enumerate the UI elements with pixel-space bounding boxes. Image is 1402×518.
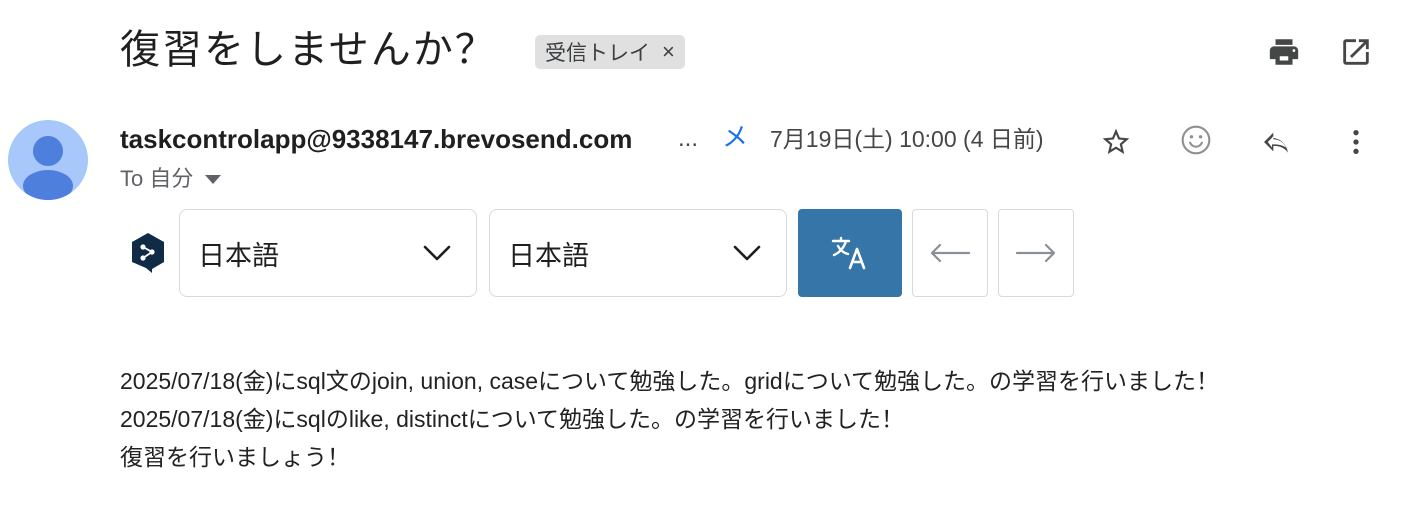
reply-icon[interactable] [1256, 122, 1296, 162]
arrow-left-icon [930, 243, 971, 263]
translate-button[interactable] [798, 209, 902, 297]
recipients-toggle[interactable]: To 自分 [120, 164, 222, 194]
source-language-select[interactable]: 日本語 [179, 209, 477, 297]
emoji-icon[interactable] [1176, 120, 1216, 160]
print-icon[interactable] [1264, 32, 1304, 72]
sender-avatar[interactable] [8, 120, 88, 200]
remove-label-button[interactable]: × [662, 41, 675, 63]
next-button[interactable] [998, 209, 1074, 297]
label-text: 受信トレイ [545, 42, 650, 65]
body-line: 復習を行いましょう！ [120, 444, 350, 470]
email-body: 2025/07/18(金)にsql文のjoin, union, caseについて… [120, 362, 1219, 476]
body-line: 2025/07/18(金)にsqlのlike, distinctについて勉強した… [120, 406, 905, 432]
target-language-value: 日本語 [508, 240, 589, 271]
source-language-value: 日本語 [198, 240, 279, 271]
sender-truncation: ... [678, 125, 699, 152]
email-subject: 復習をしませんか？ [120, 28, 497, 72]
body-line: 2025/07/18(金)にsql文のjoin, union, caseについて… [120, 368, 1220, 394]
arrow-right-icon [1015, 243, 1056, 263]
chevron-down-icon [205, 174, 222, 184]
inbox-label-chip[interactable]: 受信トレイ × [535, 35, 685, 69]
email-date: 7月19日(土) 10:00 (4 日前) [770, 126, 1044, 152]
chevron-down-icon [733, 245, 761, 261]
star-icon[interactable] [1096, 122, 1136, 162]
target-language-select[interactable]: 日本語 [489, 209, 787, 297]
more-vert-icon[interactable] [1336, 122, 1376, 162]
chevron-down-icon [423, 245, 451, 261]
sender-separator: メ [722, 122, 749, 152]
translate-icon [831, 236, 866, 270]
sender-email[interactable]: taskcontrolapp@9338147.brevosend.com [120, 122, 632, 156]
open-in-new-icon[interactable] [1336, 32, 1376, 72]
recipients-label: To 自分 [120, 166, 194, 191]
deepl-logo [130, 232, 166, 274]
previous-button[interactable] [912, 209, 988, 297]
